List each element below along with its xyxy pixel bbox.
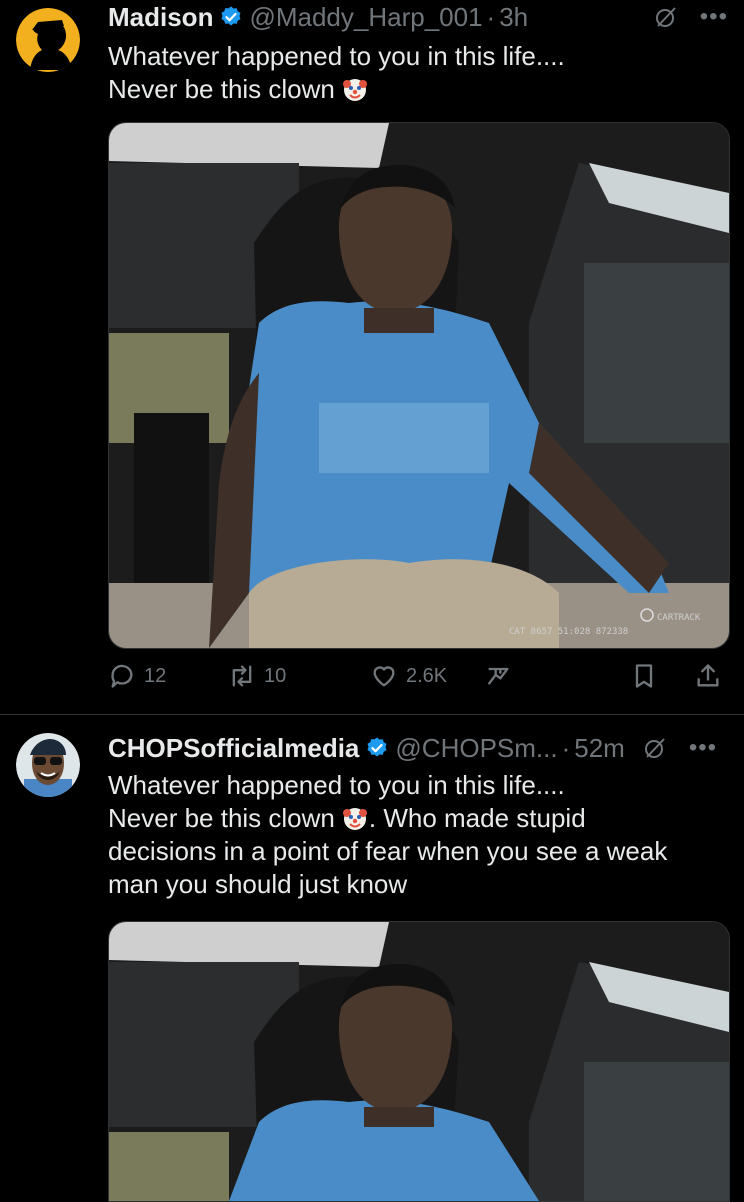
bookmark-icon (635, 664, 653, 688)
avatar-madison[interactable] (16, 8, 80, 72)
clown-face-emoji (342, 79, 367, 101)
tweet-video-thumbnail[interactable]: CARTRACK CAT 8657 51:028 872338 (108, 122, 730, 649)
tweet-text-line-with-emoji: Never be this clown . Who made stupid (108, 802, 728, 835)
tweet-madison[interactable]: Madison @Maddy_Harp_001 · 3h ••• Whateve… (0, 0, 744, 714)
share-icon (697, 664, 719, 687)
tweet-text-line: Whatever happened to you in this life...… (108, 770, 565, 800)
video-watermark-code: CAT 8657 51:028 872338 (509, 627, 629, 637)
tweet-text-line: Never be this clown (108, 74, 335, 104)
handle[interactable]: @Maddy_Harp_001 (249, 2, 482, 33)
display-name[interactable]: Madison (108, 2, 213, 33)
tweet-text-line-with-emoji: Never be this clown (108, 73, 728, 106)
timestamp[interactable]: 3h (499, 2, 528, 33)
retweet-icon (232, 665, 252, 687)
tweet-video-thumbnail[interactable] (108, 921, 730, 1202)
display-name[interactable]: CHOPSofficialmedia (108, 733, 359, 764)
heart-icon (373, 666, 395, 687)
reply-button[interactable]: 12 (108, 662, 166, 690)
tweet-text-line: man you should just know (108, 869, 408, 899)
tweet-header: Madison @Maddy_Harp_001 · 3h ••• (108, 0, 728, 34)
grok-icon[interactable] (643, 736, 667, 760)
video-frame (109, 922, 729, 1201)
verified-badge-icon (367, 737, 387, 757)
views-icon (487, 667, 509, 685)
clown-face-emoji (342, 808, 367, 830)
video-watermark-brand: CARTRACK (657, 613, 701, 623)
like-count: 2.6K (406, 664, 448, 687)
more-icon[interactable]: ••• (700, 5, 728, 29)
grok-icon[interactable] (654, 5, 678, 29)
retweet-button[interactable]: 10 (228, 662, 286, 690)
tweet-text-line: Never be this clown (108, 803, 335, 833)
retweet-count: 10 (264, 664, 287, 687)
handle[interactable]: @CHOPSm... (395, 733, 557, 764)
reply-icon (111, 664, 133, 688)
tweet-text: Whatever happened to you in this life...… (108, 769, 728, 901)
verified-badge-icon (221, 6, 241, 26)
bookmark-button[interactable] (630, 662, 658, 690)
tweet-actions: 12 10 2.6K (108, 662, 728, 696)
tweet-chopsofficialmedia[interactable]: CHOPSofficialmedia @CHOPSm... · 52m ••• … (0, 715, 744, 1202)
views-button[interactable] (484, 662, 512, 690)
tweet-text-line: decisions in a point of fear when you se… (108, 836, 668, 866)
like-button[interactable]: 2.6K (370, 662, 447, 690)
tweet-text-line: . Who made stupid (368, 803, 586, 833)
avatar-chopsofficialmedia[interactable] (16, 733, 80, 797)
video-frame (109, 123, 729, 648)
share-button[interactable] (694, 662, 722, 690)
separator-dot: · (561, 732, 571, 763)
tweet-text: Whatever happened to you in this life...… (108, 40, 728, 106)
tweet-header: CHOPSofficialmedia @CHOPSm... · 52m ••• (108, 731, 728, 765)
separator-dot: · (486, 1, 496, 32)
reply-count: 12 (144, 664, 167, 687)
timestamp[interactable]: 52m (574, 733, 625, 764)
more-icon[interactable]: ••• (689, 736, 717, 760)
tweet-text-line: Whatever happened to you in this life...… (108, 41, 565, 71)
